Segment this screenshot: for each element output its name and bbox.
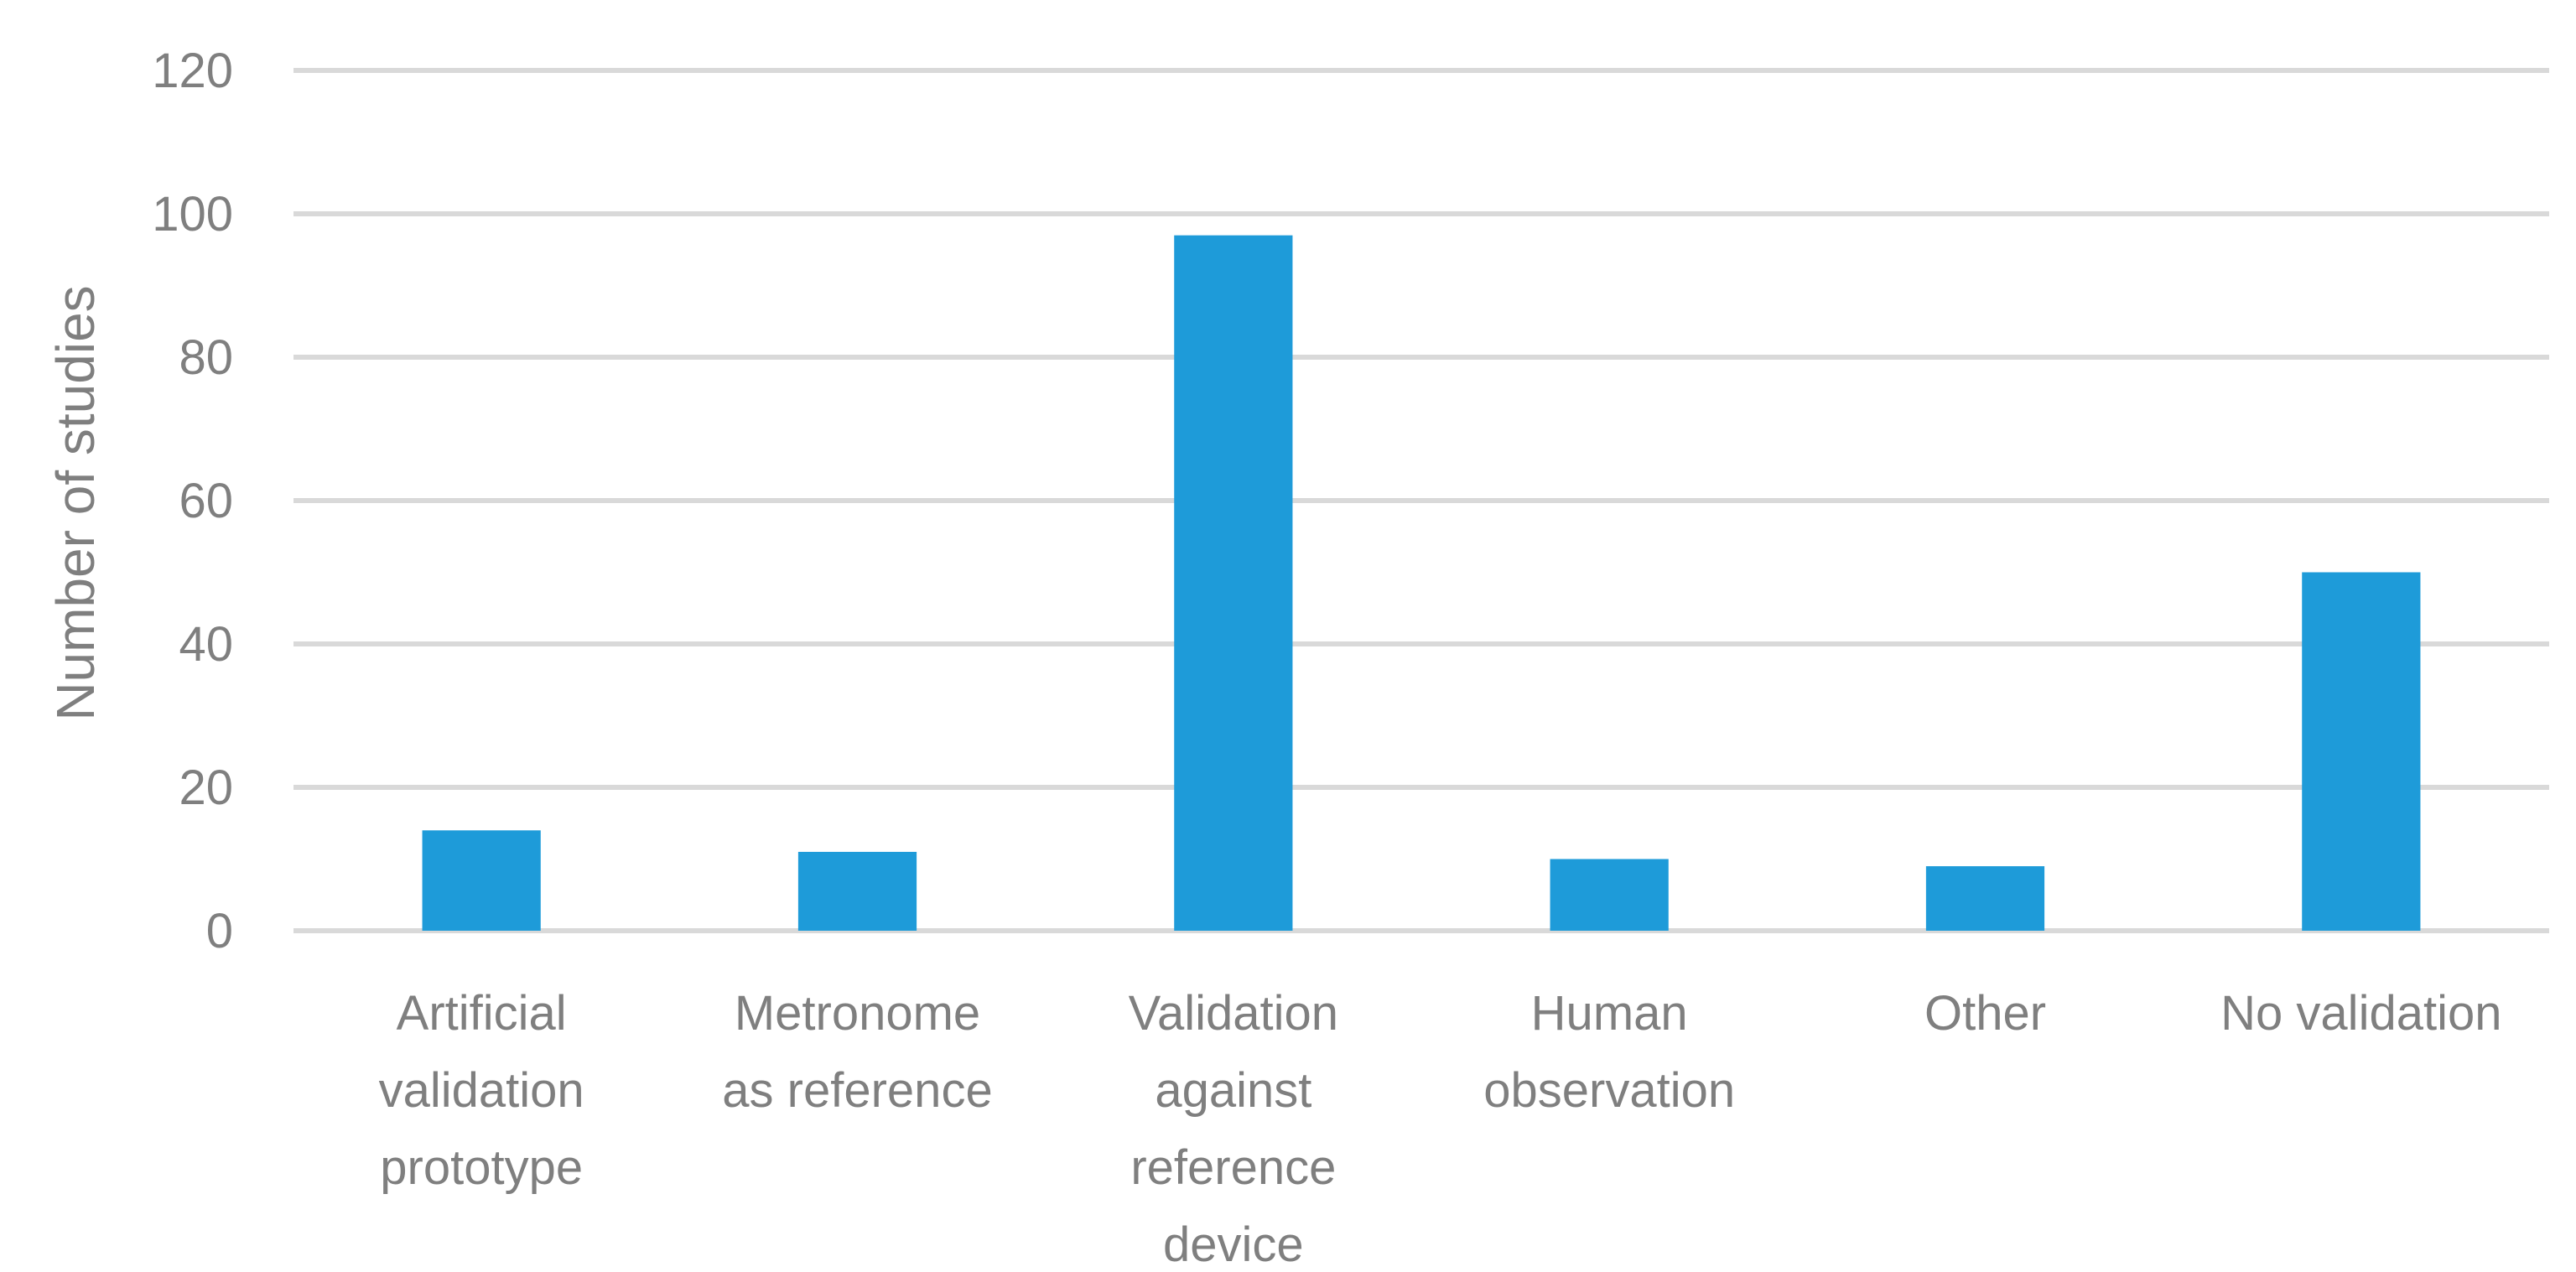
x-category-label: Other	[1924, 986, 2046, 1041]
x-category-label: Metronome as reference	[722, 986, 992, 1118]
bar	[2302, 572, 2421, 931]
y-tick-label: 60	[179, 474, 233, 528]
x-category-label-line: Other	[1924, 986, 2046, 1041]
y-tick-label: 120	[152, 44, 233, 98]
bars	[422, 235, 2421, 931]
x-category-label-line: Human	[1531, 986, 1688, 1041]
bar	[1550, 859, 1669, 931]
bar	[1925, 866, 2045, 931]
x-category-label-line: device	[1163, 1217, 1304, 1272]
bar	[797, 851, 917, 931]
x-category-label: Validation against reference device	[1129, 986, 1338, 1272]
x-category-label-line: No validation	[2220, 986, 2501, 1041]
x-category-label: Artificial validation prototype	[379, 986, 584, 1195]
x-category-label-line: prototype	[380, 1140, 583, 1195]
x-category-label-line: Validation	[1129, 986, 1338, 1041]
x-category-label-line: reference	[1130, 1140, 1336, 1195]
x-category-label: No validation	[2220, 986, 2501, 1041]
gridlines	[293, 68, 2549, 933]
bar	[422, 830, 541, 931]
bar-chart: 0 20 40 60 80 100 120 Artificial validation prot…	[45, 44, 2549, 1272]
x-category-label-line: Artificial	[397, 986, 567, 1041]
x-category-label-line: as reference	[722, 1063, 992, 1118]
y-tick-label: 0	[206, 904, 233, 958]
y-axis-title: Number of studies	[45, 285, 106, 720]
y-tick-label: 40	[179, 617, 233, 672]
x-axis-labels: Artificial validation prototype Metronome as…	[379, 986, 2502, 1272]
x-category-label: Human observation	[1483, 986, 1735, 1118]
y-axis-ticks: 0 20 40 60 80 100 120	[152, 44, 233, 958]
x-category-label-line: Metronome	[735, 986, 980, 1041]
bar	[1174, 235, 1293, 931]
x-category-label-line: validation	[379, 1063, 584, 1118]
x-category-label-line: observation	[1483, 1063, 1735, 1118]
y-tick-label: 20	[179, 761, 233, 815]
y-tick-label: 100	[152, 187, 233, 241]
y-tick-label: 80	[179, 330, 233, 385]
x-category-label-line: against	[1155, 1063, 1311, 1118]
